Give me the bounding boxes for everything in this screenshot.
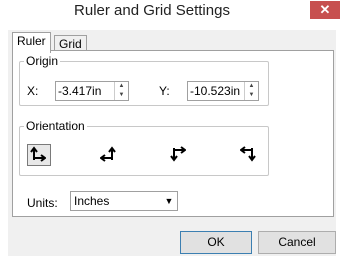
chevron-down-icon[interactable]: ▼ (161, 192, 177, 210)
orientation-down-left-icon (240, 146, 256, 162)
origin-x-spinbox[interactable]: -3.417in ▲ ▼ (55, 81, 129, 101)
units-select[interactable]: Inches ▼ (70, 191, 178, 211)
orientation-up-right-icon (30, 146, 46, 162)
origin-y-label: Y: (159, 84, 170, 98)
spin-up-icon[interactable]: ▲ (115, 82, 128, 91)
orientation-option-3[interactable] (167, 144, 191, 166)
orientation-option-1[interactable] (27, 144, 51, 166)
tab-grid-label: Grid (59, 37, 82, 51)
orientation-group: Orientation (19, 119, 269, 176)
ruler-panel: Origin X: -3.417in ▲ ▼ Y: -10.523in ▲ ▼ … (12, 50, 334, 217)
origin-y-value: -10.523in (190, 84, 241, 98)
orientation-option-2[interactable] (97, 144, 121, 166)
origin-y-spinbox[interactable]: -10.523in ▲ ▼ (187, 81, 259, 101)
origin-x-value: -3.417in (58, 84, 102, 98)
orientation-up-left-icon (100, 146, 116, 162)
window-title: Ruler and Grid Settings (74, 2, 230, 19)
spin-down-icon[interactable]: ▼ (245, 91, 258, 100)
title-bar: Ruler and Grid Settings ✕ (0, 0, 344, 26)
close-icon: ✕ (319, 2, 331, 17)
close-button[interactable]: ✕ (310, 1, 340, 19)
tab-ruler-label: Ruler (17, 34, 46, 48)
spin-down-icon[interactable]: ▼ (115, 91, 128, 100)
spin-up-icon[interactable]: ▲ (245, 82, 258, 91)
cancel-button[interactable]: Cancel (258, 231, 336, 254)
dialog-body: Ruler Grid Origin X: -3.417in ▲ ▼ Y: -10… (8, 30, 336, 256)
units-value: Inches (74, 194, 110, 208)
origin-legend: Origin (26, 54, 59, 68)
origin-x-label: X: (27, 84, 39, 98)
orientation-option-4[interactable] (237, 144, 261, 166)
ok-button[interactable]: OK (180, 231, 252, 254)
units-label: Units: (27, 196, 58, 210)
orientation-legend: Orientation (26, 119, 85, 133)
tab-ruler[interactable]: Ruler (12, 32, 51, 53)
orientation-down-right-icon (170, 146, 186, 162)
